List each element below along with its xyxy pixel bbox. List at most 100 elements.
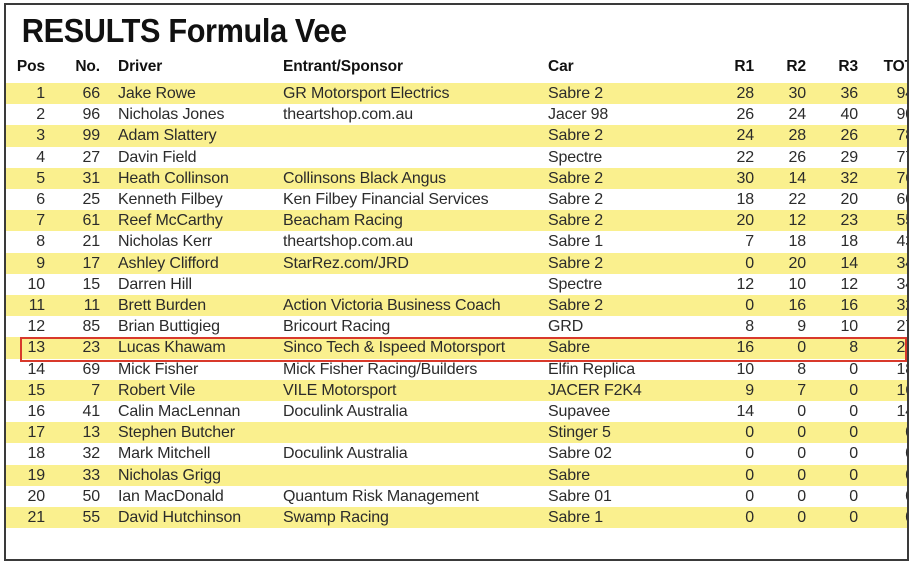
cell-r3: 18 <box>815 231 867 252</box>
cell-r2: 0 <box>763 337 815 358</box>
cell-no: 55 <box>54 507 109 528</box>
cell-pos: 5 <box>6 168 54 189</box>
cell-tot: 76 <box>867 168 909 189</box>
cell-tot: 55 <box>867 210 909 231</box>
cell-no: 21 <box>54 231 109 252</box>
cell-r3: 36 <box>815 83 867 104</box>
cell-pos: 2 <box>6 104 54 125</box>
table-row: 427Davin FieldSpectre22262977 <box>6 147 909 168</box>
cell-driver: Lucas Khawam <box>109 337 274 358</box>
cell-tot: 78 <box>867 125 909 146</box>
cell-car: GRD <box>539 316 711 337</box>
cell-r2: 0 <box>763 507 815 528</box>
table-row: 1933Nicholas GriggSabre0000 <box>6 465 909 486</box>
cell-car: Sabre 2 <box>539 253 711 274</box>
cell-tot: 0 <box>867 486 909 507</box>
table-row: 1641Calin MacLennanDoculink AustraliaSup… <box>6 401 909 422</box>
cell-r1: 30 <box>711 168 763 189</box>
cell-driver: Brett Burden <box>109 295 274 316</box>
column-header-entrant: Entrant/Sponsor <box>274 55 539 83</box>
cell-r1: 28 <box>711 83 763 104</box>
cell-tot: 18 <box>867 359 909 380</box>
cell-r1: 0 <box>711 253 763 274</box>
cell-r2: 14 <box>763 168 815 189</box>
cell-car: Sabre 2 <box>539 125 711 146</box>
cell-driver: Davin Field <box>109 147 274 168</box>
cell-no: 25 <box>54 189 109 210</box>
cell-driver: Jake Rowe <box>109 83 274 104</box>
cell-r1: 0 <box>711 507 763 528</box>
column-header-r2: R2 <box>763 55 815 83</box>
table-body: 166Jake RoweGR Motorsport ElectricsSabre… <box>6 83 909 528</box>
cell-r3: 0 <box>815 380 867 401</box>
cell-no: 17 <box>54 253 109 274</box>
table-row: 531Heath CollinsonCollinsons Black Angus… <box>6 168 909 189</box>
cell-r3: 0 <box>815 422 867 443</box>
cell-r1: 0 <box>711 422 763 443</box>
table-row: 2050Ian MacDonaldQuantum Risk Management… <box>6 486 909 507</box>
cell-r3: 12 <box>815 274 867 295</box>
cell-r3: 0 <box>815 507 867 528</box>
cell-entrant <box>274 125 539 146</box>
cell-driver: Stephen Butcher <box>109 422 274 443</box>
cell-r2: 9 <box>763 316 815 337</box>
cell-driver: Reef McCarthy <box>109 210 274 231</box>
cell-car: Jacer 98 <box>539 104 711 125</box>
cell-entrant <box>274 422 539 443</box>
cell-entrant: Bricourt Racing <box>274 316 539 337</box>
cell-driver: Brian Buttigieg <box>109 316 274 337</box>
cell-pos: 19 <box>6 465 54 486</box>
cell-driver: David Hutchinson <box>109 507 274 528</box>
column-header-car: Car <box>539 55 711 83</box>
column-header-r1: R1 <box>711 55 763 83</box>
cell-car: Sabre 2 <box>539 168 711 189</box>
table-row: 917Ashley CliffordStarRez.com/JRDSabre 2… <box>6 253 909 274</box>
cell-car: Sabre 2 <box>539 189 711 210</box>
table-row: 1469Mick FisherMick Fisher Racing/Builde… <box>6 359 909 380</box>
page-title: RESULTS Formula Vee <box>6 5 844 53</box>
cell-r2: 8 <box>763 359 815 380</box>
cell-entrant: Ken Filbey Financial Services <box>274 189 539 210</box>
cell-entrant: Swamp Racing <box>274 507 539 528</box>
table-row: 1323Lucas KhawamSinco Tech & Ispeed Moto… <box>6 337 909 358</box>
cell-driver: Mark Mitchell <box>109 443 274 464</box>
cell-r1: 22 <box>711 147 763 168</box>
table-row: 1111Brett BurdenAction Victoria Business… <box>6 295 909 316</box>
cell-pos: 21 <box>6 507 54 528</box>
cell-pos: 11 <box>6 295 54 316</box>
cell-entrant: VILE Motorsport <box>274 380 539 401</box>
cell-entrant: theartshop.com.au <box>274 104 539 125</box>
cell-driver: Mick Fisher <box>109 359 274 380</box>
cell-tot: 0 <box>867 507 909 528</box>
column-header-pos: Pos <box>6 55 54 83</box>
cell-no: 41 <box>54 401 109 422</box>
cell-car: Sabre 2 <box>539 295 711 316</box>
cell-entrant <box>274 465 539 486</box>
cell-r2: 24 <box>763 104 815 125</box>
cell-car: Sabre 1 <box>539 231 711 252</box>
cell-r3: 0 <box>815 401 867 422</box>
table-row: 1832Mark MitchellDoculink AustraliaSabre… <box>6 443 909 464</box>
cell-r1: 26 <box>711 104 763 125</box>
results-card-inner: RESULTS Formula Vee Pos No. Driver Entra… <box>6 5 907 559</box>
table-row: 1713Stephen ButcherStinger 50000 <box>6 422 909 443</box>
cell-entrant: Sinco Tech & Ispeed Motorsport <box>274 337 539 358</box>
cell-r1: 24 <box>711 125 763 146</box>
cell-r2: 22 <box>763 189 815 210</box>
cell-r1: 10 <box>711 359 763 380</box>
cell-entrant: GR Motorsport Electrics <box>274 83 539 104</box>
cell-no: 69 <box>54 359 109 380</box>
cell-driver: Darren Hill <box>109 274 274 295</box>
header-row: Pos No. Driver Entrant/Sponsor Car R1 R2… <box>6 55 909 83</box>
cell-r3: 23 <box>815 210 867 231</box>
cell-r2: 26 <box>763 147 815 168</box>
cell-pos: 4 <box>6 147 54 168</box>
cell-r2: 16 <box>763 295 815 316</box>
cell-tot: 0 <box>867 422 909 443</box>
cell-r3: 0 <box>815 486 867 507</box>
cell-r1: 0 <box>711 465 763 486</box>
cell-driver: Adam Slattery <box>109 125 274 146</box>
cell-pos: 1 <box>6 83 54 104</box>
cell-r2: 7 <box>763 380 815 401</box>
cell-r1: 14 <box>711 401 763 422</box>
